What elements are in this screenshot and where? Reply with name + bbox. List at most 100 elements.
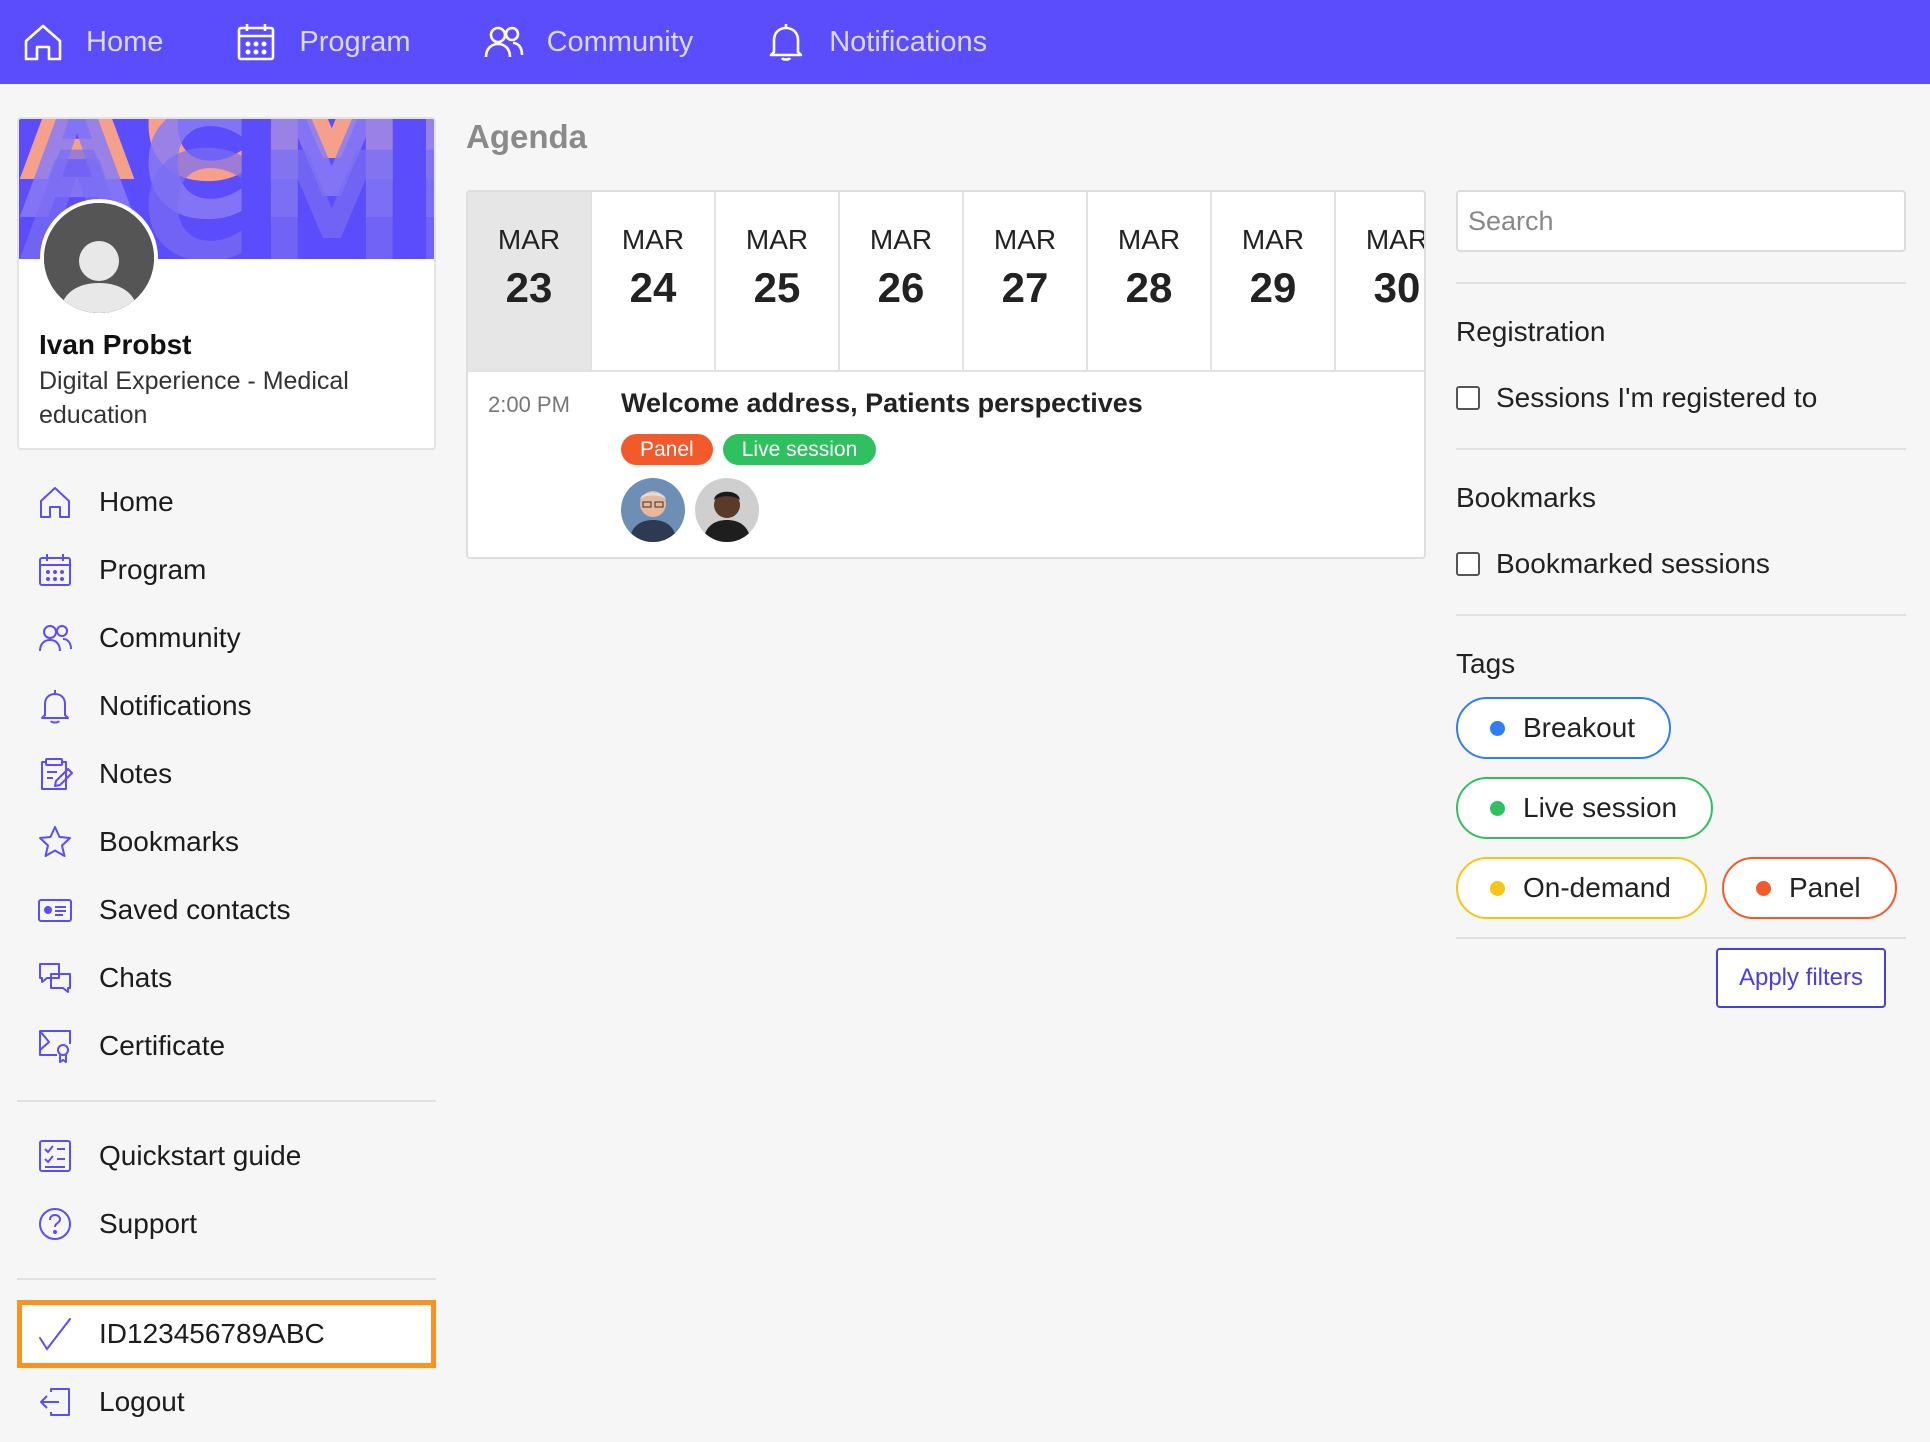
date-tab[interactable]: MAR 28 [1088,192,1212,370]
date-month: MAR [745,224,809,255]
sidebar-item-quickstart-guide[interactable]: Quickstart guide [17,1122,436,1190]
sidebar-item-certificate[interactable]: Certificate [17,1012,436,1080]
date-tab[interactable]: MAR 27 [964,192,1088,370]
date-tab[interactable]: MAR 26 [840,192,964,370]
date-day: 29 [1249,264,1297,311]
sidebar-item-notes[interactable]: Notes [17,740,436,808]
topnav-home-label: Home [86,25,164,58]
sidebar-item-home[interactable]: Home [17,468,436,536]
session-tag-live-session: Live session [722,434,877,465]
sidebar-item-label: Support [99,1208,198,1239]
session-item[interactable]: 2:00 PM Welcome address, Patients perspe… [468,372,1424,557]
sidebar-item-label: Chats [99,962,173,993]
topnav-community-label: Community [546,25,694,58]
sidebar-item-bookmarks[interactable]: Bookmarks [17,808,436,876]
sidebar-item-support[interactable]: Support [17,1190,436,1258]
page-title: Agenda [466,118,588,155]
sidebar-item-program[interactable]: Program [17,536,436,604]
date-tab[interactable]: MAR 30 [1336,192,1424,370]
filter-divider [1456,937,1906,939]
profile-name: Ivan Probst [39,329,192,360]
sidebar-item-community[interactable]: Community [17,604,436,672]
help-icon [37,1206,73,1242]
topnav-community[interactable]: Community [483,21,694,63]
sidebar-divider [17,1278,436,1280]
sidebar-item-label: Home [99,486,174,517]
date-month: MAR [497,224,561,255]
date-day: 26 [877,264,925,311]
speaker-avatar[interactable] [695,478,759,542]
filter-divider [1456,448,1906,450]
speaker-avatar[interactable] [621,478,685,542]
top-navigation-bar: Home Program Community Notifications [0,0,1930,84]
filter-divider [1456,282,1906,284]
bookmarked-sessions-checkbox[interactable]: Bookmarked sessions [1456,548,1770,580]
topnav-home[interactable]: Home [22,21,163,63]
sidebar-item-attendee-id[interactable]: ID123456789ABC [17,1300,436,1368]
checkbox-label: Sessions I'm registered to [1496,382,1818,413]
session-speakers [621,478,769,542]
sidebar-item-label: Certificate [99,1030,226,1061]
date-month: MAR [1117,224,1181,255]
date-tab[interactable]: MAR 24 [592,192,716,370]
date-day: 30 [1373,264,1421,311]
filter-divider [1456,614,1906,616]
calendar-icon [235,21,277,63]
tag-filter-live-session[interactable]: Live session [1456,777,1714,839]
sidebar-item-label: Program [99,554,207,585]
apply-filters-button[interactable]: Apply filters [1716,948,1886,1008]
tag-filter-label: Breakout [1523,712,1636,743]
date-month: MAR [621,224,685,255]
checkbox-box[interactable] [1456,552,1480,576]
sidebar-item-saved-contacts[interactable]: Saved contacts [17,876,436,944]
tag-filter-breakout[interactable]: Breakout [1456,697,1672,759]
sidebar-item-label: Logout [99,1386,185,1417]
home-icon [22,21,64,63]
topnav-notifications[interactable]: Notifications [765,21,987,63]
checkbox-label: Bookmarked sessions [1496,548,1770,579]
sidebar-divider [17,1100,436,1102]
date-day: 23 [505,264,553,311]
checkmark-icon [37,1316,73,1352]
agenda-panel: MAR 23 MAR 24 MAR 25 MAR 26 MAR 27 MAR 2… [466,190,1426,559]
bell-icon [765,21,807,63]
session-title: Welcome address, Patients perspectives [621,388,1143,418]
session-tags: Panel Live session [621,434,886,465]
date-day: 25 [753,264,801,311]
registered-sessions-checkbox[interactable]: Sessions I'm registered to [1456,382,1817,414]
avatar[interactable] [40,199,158,317]
topnav-program-label: Program [299,25,411,58]
date-tab[interactable]: MAR 23 [468,192,592,370]
date-day: 24 [629,264,677,311]
sidebar-item-label: Community [99,622,241,653]
sidebar-item-label: Bookmarks [99,826,240,857]
sidebar-item-chats[interactable]: Chats [17,944,436,1012]
checklist-icon [37,1138,73,1174]
tag-filter-on-demand[interactable]: On-demand [1456,857,1707,919]
session-tag-panel: Panel [621,434,713,465]
tag-filter-label: Panel [1789,872,1861,903]
topnav-program[interactable]: Program [235,21,411,63]
chat-icon [37,960,73,996]
profile-title: Digital Experience - Medical education [39,367,349,429]
sidebar-item-logout[interactable]: Logout [17,1368,436,1436]
date-day: 28 [1125,264,1173,311]
checkbox-box[interactable] [1456,386,1480,410]
date-day: 27 [1001,264,1049,311]
tag-filter-panel[interactable]: Panel [1722,857,1897,919]
registration-heading: Registration [1456,316,1606,347]
date-month: MAR [869,224,933,255]
tag-filter-label: Live session [1523,792,1678,823]
sidebar-item-label: Quickstart guide [99,1140,302,1171]
tag-color-dot [1756,880,1771,896]
notes-icon [37,756,73,792]
community-icon [37,620,73,656]
date-tab[interactable]: MAR 29 [1212,192,1336,370]
sidebar-item-notifications[interactable]: Notifications [17,672,436,740]
tags-heading: Tags [1456,648,1516,679]
bookmarks-heading: Bookmarks [1456,482,1597,513]
search-input[interactable] [1456,190,1906,252]
profile-card: ACME ACME ACME Ivan Probst Digital Exper… [17,117,436,450]
session-time: 2:00 PM [488,392,570,417]
date-tab[interactable]: MAR 25 [716,192,840,370]
